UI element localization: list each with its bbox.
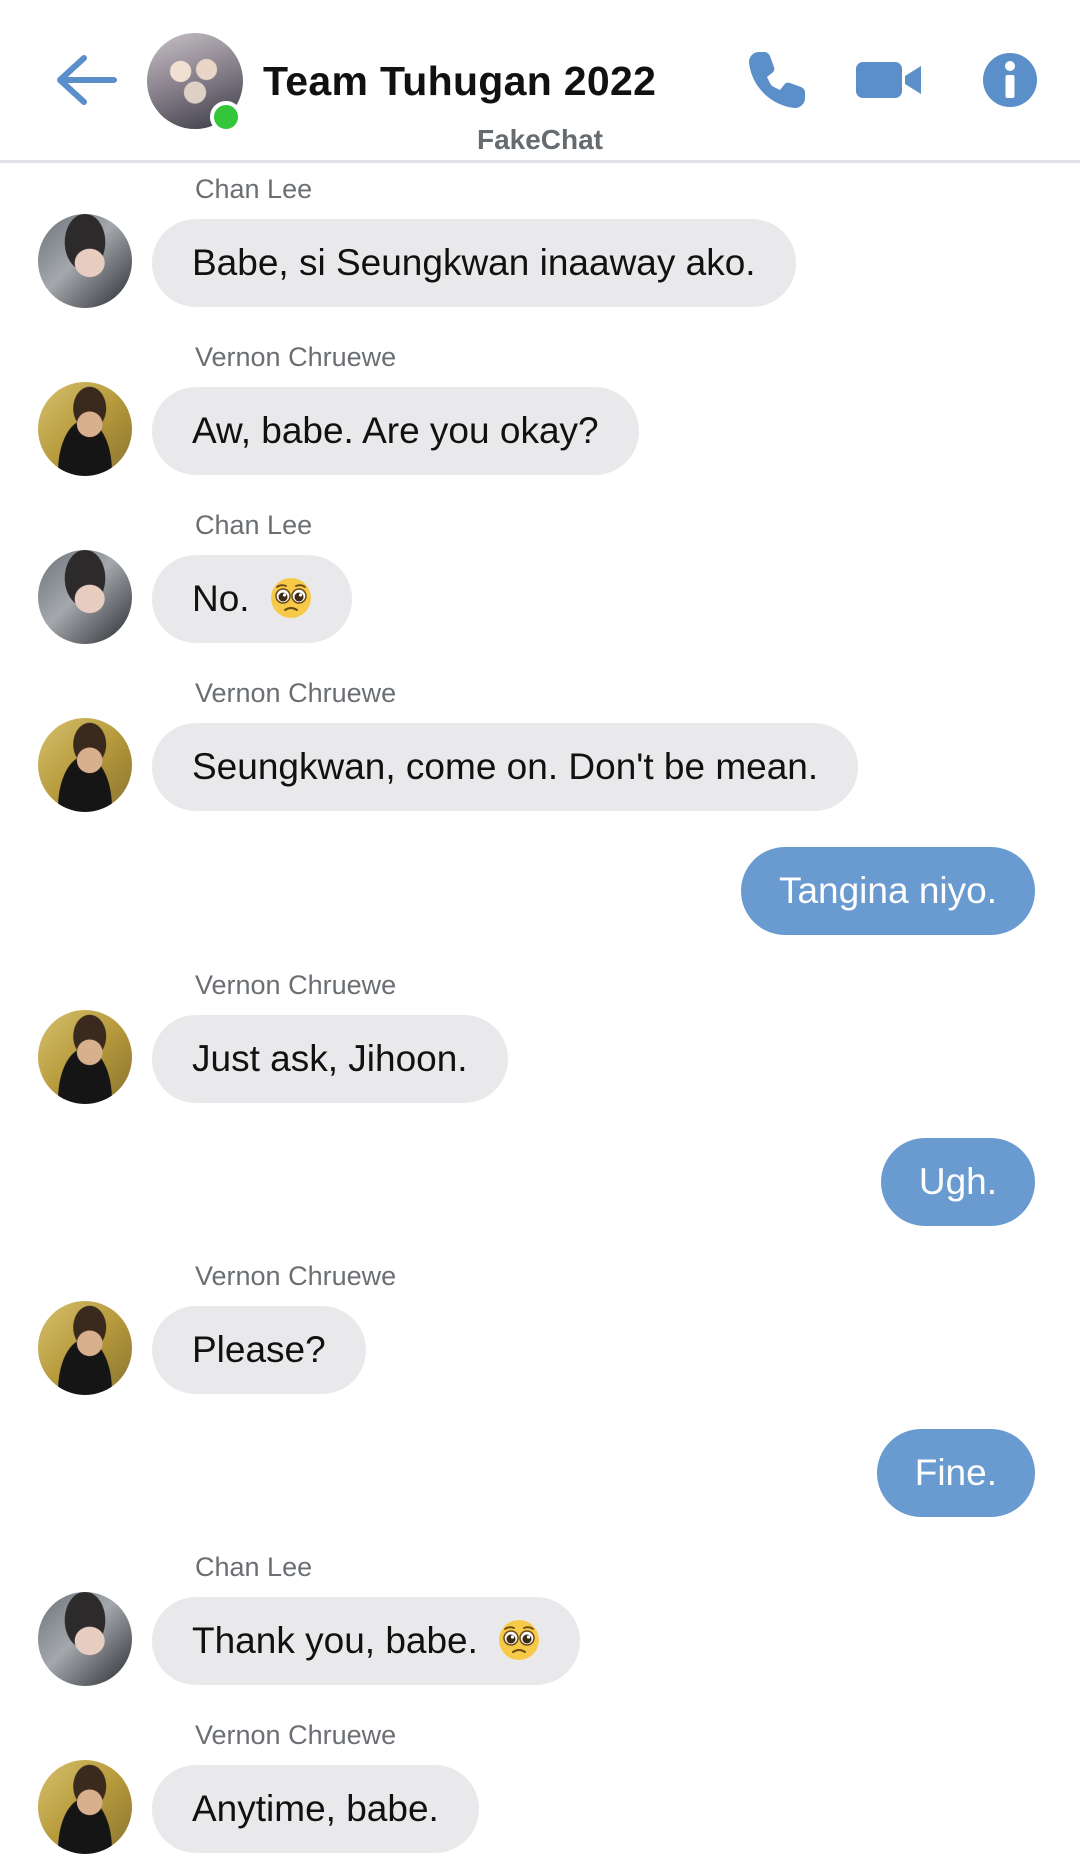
sender-name: Chan Lee	[195, 1552, 313, 1582]
sender-name: Vernon Chruewe	[195, 970, 397, 1000]
avatar[interactable]	[38, 550, 132, 644]
message-bubble[interactable]: Seungkwan, come on. Don't be mean.	[152, 723, 859, 811]
sender-name: Vernon Chruewe	[195, 1720, 397, 1750]
avatar[interactable]	[38, 1301, 132, 1395]
message-bubble[interactable]: Aw, babe. Are you okay?	[152, 387, 639, 475]
video-camera-icon[interactable]	[854, 48, 924, 112]
pleading-face-emoji-icon	[270, 578, 311, 619]
avatar[interactable]	[38, 1010, 132, 1104]
message-bubble-outgoing[interactable]: Fine.	[876, 1429, 1035, 1517]
sender-name: Chan Lee	[195, 174, 313, 204]
chat-subtitle: FakeChat	[476, 124, 604, 155]
avatar[interactable]	[38, 382, 132, 476]
avatar[interactable]	[38, 718, 132, 812]
message-bubble[interactable]: Babe, si Seungkwan inaaway ako.	[152, 219, 796, 307]
chat-header: Team Tuhugan 2022 FakeChat	[0, 0, 1080, 163]
message-bubble[interactable]: Thank you, babe.	[152, 1597, 581, 1685]
message-text: No.	[192, 578, 250, 619]
sender-name: Vernon Chruewe	[195, 678, 397, 708]
message-bubble[interactable]: No.	[152, 555, 352, 643]
message-bubble[interactable]: Anytime, babe.	[152, 1765, 479, 1853]
message-bubble[interactable]: Please?	[152, 1306, 366, 1394]
message-text: Thank you, babe.	[192, 1620, 478, 1661]
avatar[interactable]	[38, 1760, 132, 1854]
pleading-face-emoji-icon	[499, 1620, 540, 1661]
avatar[interactable]	[38, 1592, 132, 1686]
avatar[interactable]	[38, 214, 132, 308]
info-icon[interactable]	[980, 48, 1040, 112]
phone-icon[interactable]	[745, 48, 811, 112]
message-bubble[interactable]: Just ask, Jihoon.	[152, 1015, 508, 1103]
chat-title: Team Tuhugan 2022	[263, 58, 657, 104]
sender-name: Vernon Chruewe	[195, 1261, 397, 1291]
message-bubble-outgoing[interactable]: Tangina niyo.	[740, 847, 1035, 935]
message-bubble-outgoing[interactable]: Ugh.	[880, 1138, 1035, 1226]
sender-name: Chan Lee	[195, 510, 313, 540]
back-arrow-icon[interactable]	[50, 50, 120, 110]
sender-name: Vernon Chruewe	[195, 342, 397, 372]
